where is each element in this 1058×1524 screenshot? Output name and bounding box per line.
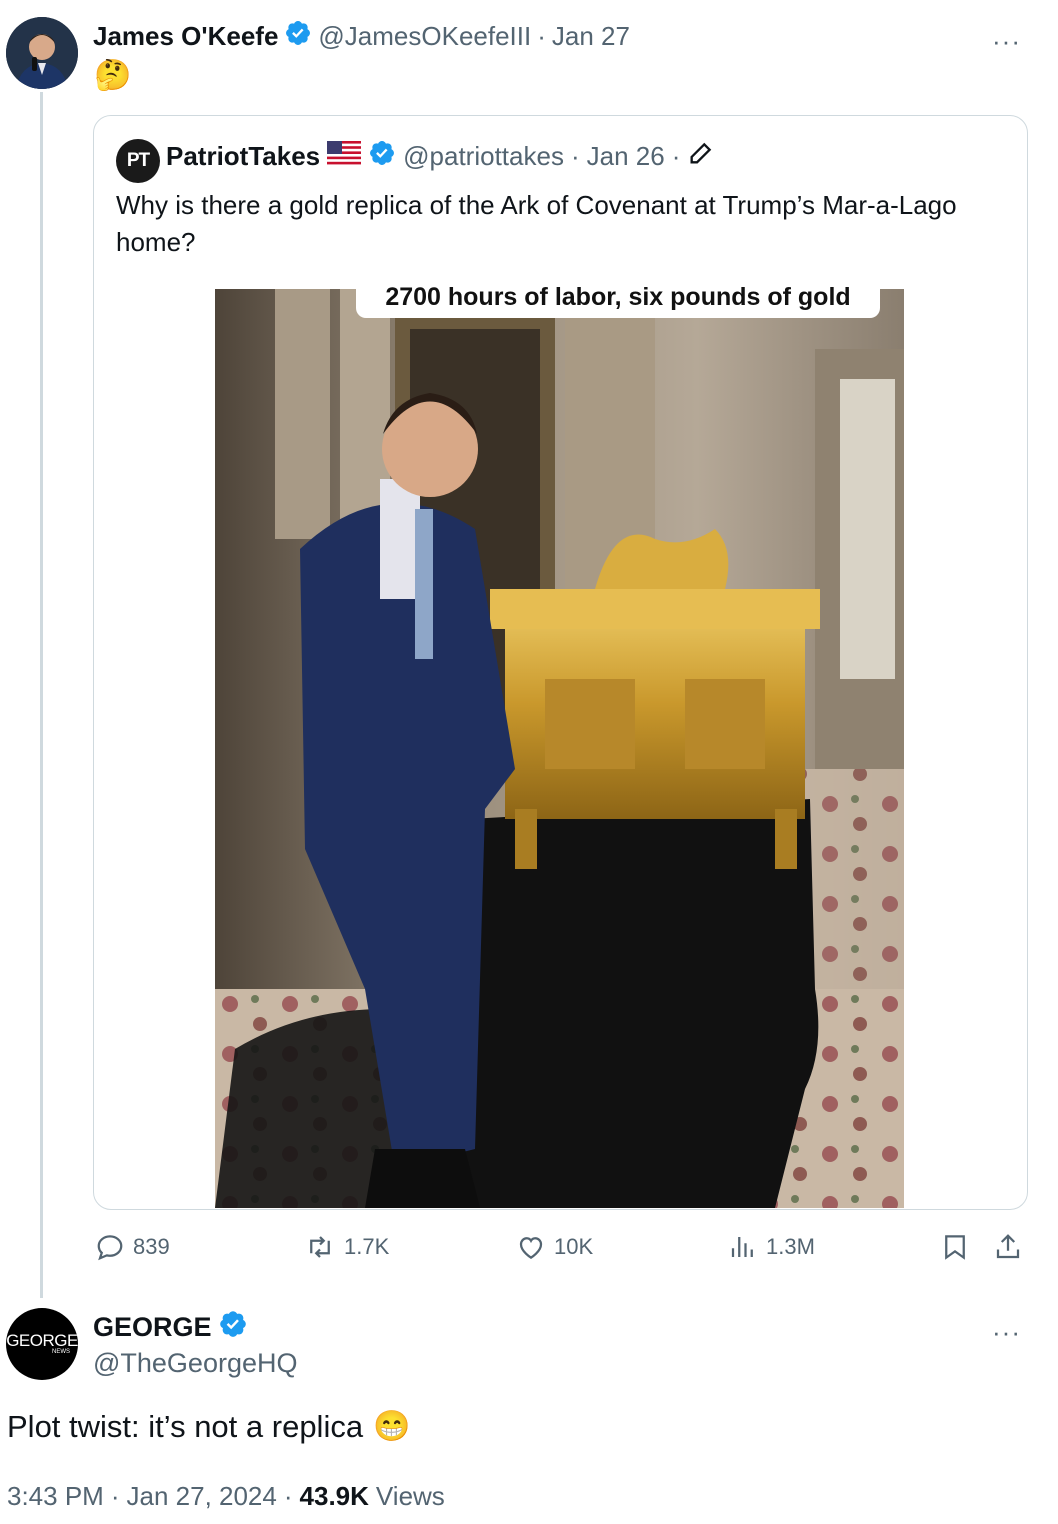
reply-author-name[interactable]: GEORGE	[93, 1312, 212, 1343]
like-icon	[516, 1232, 546, 1262]
separator-dot: ·	[570, 140, 580, 171]
tweet-time[interactable]: 3:43 PM	[7, 1480, 104, 1512]
ark-photo[interactable]	[215, 289, 904, 1208]
reply-button[interactable]: 839	[95, 1232, 170, 1262]
views-icon	[728, 1232, 758, 1262]
verified-badge-icon	[368, 139, 396, 174]
views-label: Views	[375, 1481, 445, 1511]
quoted-tweet-date[interactable]: Jan 26	[587, 141, 665, 172]
reply-icon	[95, 1232, 125, 1262]
main-tweet-header: James O'Keefe @JamesOKeefeIII · Jan 27	[93, 19, 630, 53]
photo-illustration	[215, 289, 904, 1208]
reply-tweet-meta: 3:43 PM · Jan 27, 2024 · 43.9K Views	[7, 1480, 445, 1512]
share-button[interactable]	[993, 1232, 1023, 1262]
tweet-full-date[interactable]: Jan 27, 2024	[127, 1480, 277, 1512]
flag-icon	[327, 140, 362, 172]
verified-badge-icon	[218, 1309, 248, 1346]
avatar-logo-subtext: NEWS	[52, 1349, 70, 1355]
author-handle[interactable]: @JamesOKeefeIII	[318, 21, 531, 52]
more-icon[interactable]: ···	[992, 1319, 1021, 1345]
repost-button[interactable]: 1.7K	[304, 1232, 389, 1262]
repost-count: 1.7K	[344, 1234, 390, 1259]
views-count: 1.3M	[766, 1234, 815, 1259]
grinning-emoji: 😁	[373, 1410, 411, 1443]
more-icon[interactable]: ···	[992, 28, 1021, 54]
author-name[interactable]: James O'Keefe	[93, 21, 278, 52]
separator-dot: ·	[671, 140, 681, 171]
thread-connector-line	[40, 92, 43, 1298]
avatar-initials: PT	[126, 150, 150, 171]
quoted-tweet-text: Why is there a gold replica of the Ark o…	[116, 190, 957, 257]
pencil-icon	[687, 139, 715, 174]
avatar-james-okeefe[interactable]	[6, 17, 78, 89]
reply-count: 839	[133, 1234, 170, 1259]
bookmark-icon	[940, 1232, 970, 1262]
verified-badge-icon	[284, 19, 312, 54]
main-tweet-text: 🤔	[94, 59, 132, 92]
tweet-date[interactable]: Jan 27	[552, 21, 630, 52]
reply-tweet-header: GEORGE	[93, 1310, 248, 1344]
reply-author-handle[interactable]: @TheGeorgeHQ	[93, 1346, 298, 1380]
quoted-author-name[interactable]: PatriotTakes	[166, 141, 320, 172]
separator-dot: ·	[110, 1481, 120, 1511]
avatar-george[interactable]: GEORGE NEWS	[6, 1308, 78, 1380]
bookmark-button[interactable]	[940, 1232, 970, 1262]
quoted-author-handle[interactable]: @patriottakes	[403, 141, 564, 172]
reply-tweet-text: Plot twist: it’s not a replica	[7, 1409, 364, 1444]
separator-dot: ·	[537, 20, 546, 51]
avatar-patriottakes[interactable]: PT	[116, 139, 160, 183]
avatar-image	[6, 17, 78, 89]
avatar-logo-text: GEORGE	[6, 1331, 78, 1350]
reply-tweet-text-row: Plot twist: it’s not a replica 😁	[7, 1405, 410, 1449]
separator-dot: ·	[283, 1481, 293, 1511]
quoted-tweet-header: PatriotTakes @patriottakes · Jan 26 ·	[166, 139, 715, 173]
views-button[interactable]: 1.3M	[728, 1232, 815, 1262]
repost-icon	[304, 1232, 336, 1262]
share-icon	[993, 1232, 1023, 1262]
views-total: 43.9K	[299, 1481, 369, 1511]
like-button[interactable]: 10K	[516, 1232, 593, 1262]
like-count: 10K	[554, 1234, 594, 1259]
image-caption: 2700 hours of labor, six pounds of gold	[356, 285, 880, 318]
